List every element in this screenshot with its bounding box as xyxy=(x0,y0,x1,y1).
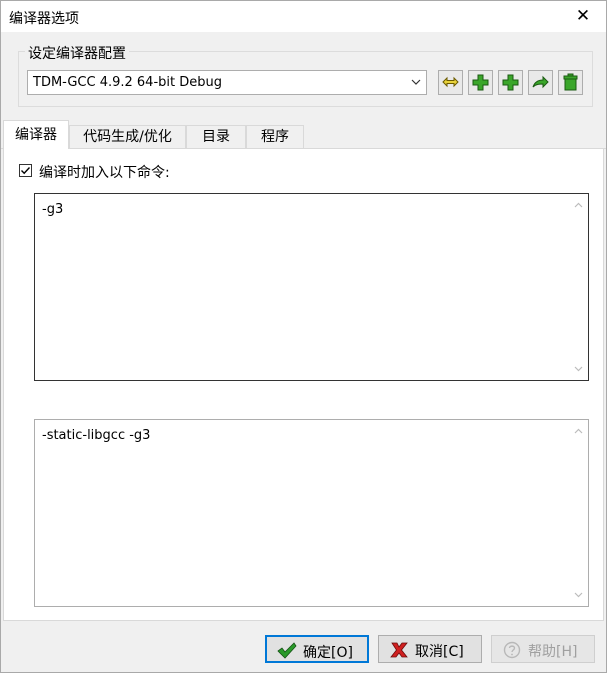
checkmark-icon xyxy=(21,167,31,175)
add-compiler-icon xyxy=(472,74,489,91)
chevron-up-icon[interactable] xyxy=(574,427,583,436)
help-button[interactable]: 帮助[H] xyxy=(491,635,595,663)
help-button-label: 帮助[H] xyxy=(528,644,578,660)
linker-commands-scrollbar[interactable] xyxy=(570,421,587,605)
compiler-commands-text: -g3 xyxy=(42,202,64,217)
close-icon xyxy=(390,642,408,658)
chevron-down-icon xyxy=(411,79,421,85)
help-icon xyxy=(503,641,521,659)
linker-commands-textarea[interactable]: -static-libgcc -g3 xyxy=(34,419,589,607)
tab-directories[interactable]: 目录 xyxy=(186,125,246,148)
chevron-up-icon[interactable] xyxy=(574,201,583,210)
tab-programs[interactable]: 程序 xyxy=(246,125,304,148)
compiler-commands-scrollbar[interactable] xyxy=(570,195,587,379)
linker-commands-text: -static-libgcc -g3 xyxy=(42,428,151,443)
chevron-down-icon[interactable] xyxy=(574,590,583,599)
delete-compiler-button[interactable] xyxy=(558,70,583,95)
add-compiler-icon xyxy=(502,74,519,91)
compiler-set-value: TDM-GCC 4.9.2 64-bit Debug xyxy=(33,75,222,90)
add-commands-checkbox[interactable] xyxy=(19,164,32,177)
ok-button-label: 确定[O] xyxy=(303,645,353,661)
find-compiler-button[interactable] xyxy=(438,70,463,95)
copy-compiler-button[interactable] xyxy=(498,70,523,95)
window-title: 编译器选项 xyxy=(9,11,79,27)
add-compiler-button[interactable] xyxy=(468,70,493,95)
compiler-set-label: 设定编译器配置 xyxy=(25,43,129,63)
close-button[interactable]: ✕ xyxy=(560,1,606,32)
compiler-set-select[interactable]: TDM-GCC 4.9.2 64-bit Debug xyxy=(27,70,427,95)
cancel-button[interactable]: 取消[C] xyxy=(378,635,482,663)
add-commands-label: 编译时加入以下命令: xyxy=(39,165,170,181)
tab-compiler[interactable]: 编译器 xyxy=(3,120,69,149)
title-bar: 编译器选项 ✕ xyxy=(1,1,606,32)
cancel-button-label: 取消[C] xyxy=(415,644,464,660)
checkmark-icon xyxy=(277,642,297,659)
compiler-commands-textarea[interactable]: -g3 xyxy=(34,193,589,381)
compiler-options-dialog: 编译器选项 ✕ 设定编译器配置 TDM-GCC 4.9.2 64-bit Deb… xyxy=(0,0,607,673)
tab-code-generation[interactable]: 代码生成/优化 xyxy=(69,125,186,148)
rename-compiler-icon xyxy=(532,75,549,89)
chevron-down-icon[interactable] xyxy=(574,364,583,373)
ok-button[interactable]: 确定[O] xyxy=(265,635,369,663)
rename-compiler-button[interactable] xyxy=(528,70,553,95)
delete-compiler-icon xyxy=(563,73,578,91)
compiler-find-icon xyxy=(442,76,459,88)
